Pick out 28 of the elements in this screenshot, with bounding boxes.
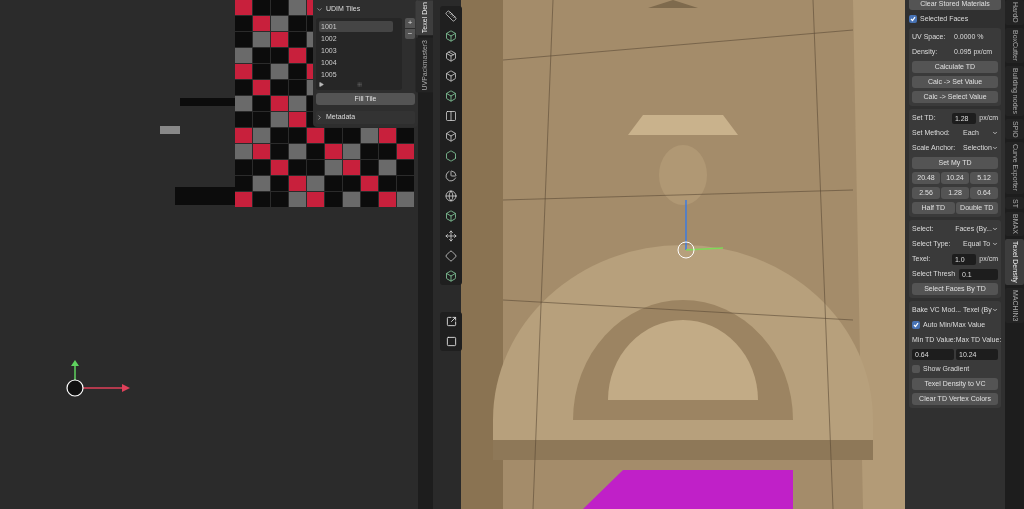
chevron-down-icon [992, 145, 998, 151]
remove-tile-button[interactable]: − [405, 29, 415, 39]
globe-icon[interactable] [445, 189, 457, 202]
cube-icon[interactable] [445, 269, 457, 282]
expand-icon[interactable] [319, 81, 324, 87]
square-icon[interactable] [445, 336, 457, 347]
package-icon[interactable] [445, 49, 457, 62]
chevron-down-icon [992, 226, 998, 232]
cube-icon[interactable] [445, 209, 457, 222]
columns-icon[interactable] [445, 109, 457, 122]
checkbox[interactable] [912, 321, 920, 329]
ruler-icon[interactable] [445, 9, 457, 22]
pie-chart-icon[interactable] [445, 169, 457, 182]
add-tile-button[interactable]: + [405, 18, 415, 28]
chevron-down-icon [992, 241, 998, 247]
cube-icon[interactable] [445, 69, 457, 82]
chevron-down-icon [992, 130, 998, 136]
cube-icon[interactable] [445, 129, 457, 142]
hexagon-icon[interactable] [445, 149, 457, 162]
checkbox[interactable] [909, 15, 917, 23]
chevron-down-icon [992, 307, 998, 313]
move-icon[interactable] [445, 229, 457, 242]
diamond-icon[interactable] [445, 249, 457, 262]
chevron-down-icon[interactable] [316, 5, 323, 13]
transform-gizmo-icon [64, 360, 130, 400]
checkbox[interactable] [912, 365, 920, 373]
cube-icon[interactable] [445, 89, 457, 102]
cube-icon[interactable] [445, 29, 457, 42]
